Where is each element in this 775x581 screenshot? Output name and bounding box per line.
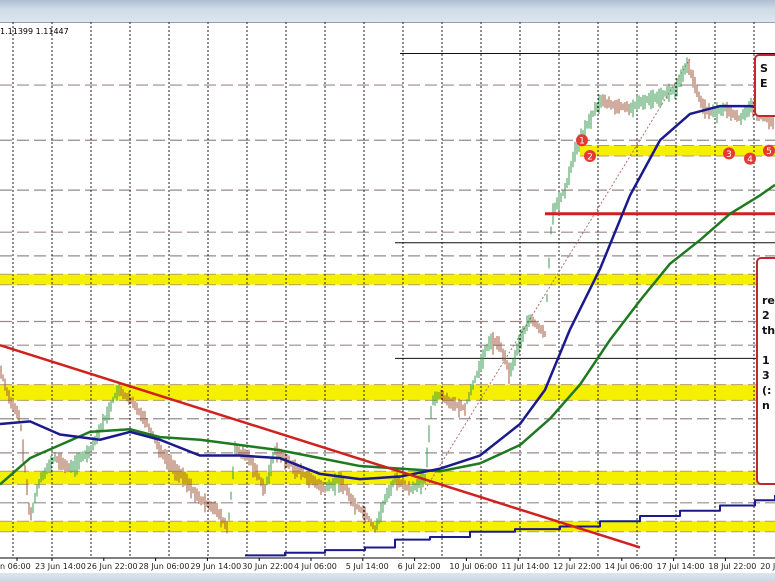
x-tick-label: 6 Jul 22:00 [398, 562, 441, 571]
x-tick-label: 17 Jul 14:00 [657, 562, 705, 571]
x-tick-label: 12 Jul 22:00 [553, 562, 601, 571]
x-tick-label: 20 J [760, 562, 775, 571]
x-tick-label: 23 Jun 14:00 [35, 562, 86, 571]
annotation-line: E [760, 77, 768, 90]
annotation-line: th [762, 324, 775, 337]
support-resistance-band [0, 521, 775, 532]
x-tick-label: 26 Jun 22:00 [87, 562, 138, 571]
numbered-marker: 3 [723, 147, 735, 160]
x-tick-label: 14 Jul 06:00 [605, 562, 653, 571]
annotation-line: (: [762, 384, 772, 397]
price-chart: 12 345n 06:00 23 Jun 14:00 26 Jun 22:00 28 J… [0, 22, 775, 571]
x-tick-label: 18 Jul 22:00 [708, 562, 756, 571]
annotation-box-top: S E [754, 54, 775, 117]
annotation-line: 3 [762, 369, 770, 382]
marker-label: 3 [726, 150, 732, 160]
numbered-marker: 2 [584, 150, 596, 163]
x-tick-label: 4 Jul 06:00 [294, 562, 337, 571]
numbered-marker: 1 [576, 134, 588, 147]
annotation-box-middle: re 2 th 1 3 (: n [756, 257, 775, 485]
downward-trend-line [0, 343, 641, 549]
marker-label: 5 [766, 147, 772, 157]
marker-label: 4 [747, 155, 753, 165]
x-tick-label: 10 Jul 06:00 [449, 562, 497, 571]
x-tick-label: n 06:00 [0, 562, 31, 571]
x-tick-label: 5 Jul 14:00 [346, 562, 389, 571]
annotation-line: S [760, 62, 768, 75]
annotation-line: n [762, 399, 770, 412]
moving-average-green-line [0, 183, 775, 486]
x-tick-label: 30 Jun 22:00 [242, 562, 293, 571]
support-resistance-band [0, 384, 775, 401]
annotation-line: re [762, 294, 775, 307]
annotation-line [762, 338, 775, 353]
x-tick-label: 28 Jun 06:00 [139, 562, 190, 571]
marker-label: 1 [579, 137, 585, 147]
chart-bottom-bar [0, 573, 775, 581]
annotation-line: 2 [762, 309, 770, 322]
candles [0, 57, 774, 534]
x-tick-label: 29 Jun 14:00 [190, 562, 241, 571]
moving-average-blue-line [0, 104, 775, 481]
marker-label: 2 [587, 153, 593, 163]
annotation-line: 1 [762, 354, 770, 367]
x-tick-label: 11 Jul 14:00 [501, 562, 549, 571]
